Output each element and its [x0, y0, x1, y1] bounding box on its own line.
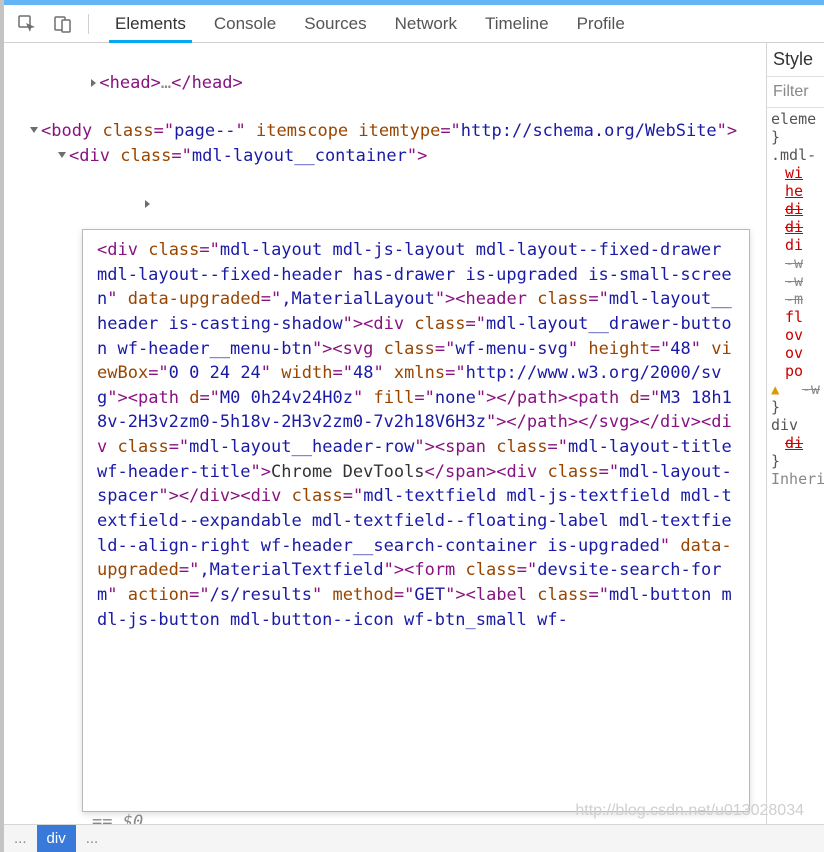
css-block-close: } — [771, 128, 820, 146]
css-property[interactable]: fl — [771, 308, 820, 326]
css-property[interactable]: -m — [771, 290, 820, 308]
tag-open: <head> — [99, 73, 160, 93]
css-property[interactable]: po — [771, 362, 820, 380]
css-block-close: } — [771, 452, 820, 470]
css-selector[interactable]: .mdl- — [771, 146, 820, 164]
dom-breadcrumb: ...div... — [4, 824, 824, 852]
styles-filter-input[interactable]: Filter — [767, 77, 824, 108]
css-property[interactable]: di — [771, 236, 820, 254]
styles-sidebar: Style Filter eleme}.mdl-wihedididi-w-w-m… — [766, 43, 824, 824]
styles-rules[interactable]: eleme}.mdl-wihedididi-w-w-mflovovpo▲ -w}… — [767, 108, 824, 824]
css-property[interactable]: ▲ -w — [771, 380, 820, 398]
css-property[interactable]: wi — [771, 164, 820, 182]
devtools-toolbar: ElementsConsoleSourcesNetworkTimelinePro… — [4, 5, 824, 43]
breadcrumb-ellipsis[interactable]: ... — [4, 825, 37, 852]
css-property[interactable]: di — [771, 200, 820, 218]
styles-header[interactable]: Style — [767, 43, 824, 77]
css-property[interactable]: he — [771, 182, 820, 200]
selected-node-indicator: == $0 — [92, 810, 143, 824]
tab-sources[interactable]: Sources — [290, 5, 380, 42]
expand-caret-icon[interactable] — [145, 200, 150, 208]
tab-profile[interactable]: Profile — [563, 5, 639, 42]
ellipsis: … — [161, 73, 171, 93]
inspect-element-icon[interactable] — [14, 11, 40, 37]
tab-timeline[interactable]: Timeline — [471, 5, 563, 42]
css-selector[interactable]: div — [771, 416, 820, 434]
dom-node-div-container[interactable]: <div class="mdl-layout__container"> — [12, 144, 766, 168]
css-property[interactable]: ov — [771, 344, 820, 362]
dom-html-tooltip: <div class="mdl-layout mdl-js-layout mdl… — [82, 229, 750, 812]
tag-close: </head> — [171, 73, 243, 93]
expand-caret-icon[interactable] — [91, 79, 96, 87]
tab-network[interactable]: Network — [381, 5, 471, 42]
panel-tabs: ElementsConsoleSourcesNetworkTimelinePro… — [101, 5, 639, 42]
css-property[interactable]: di — [771, 218, 820, 236]
expand-caret-icon[interactable] — [58, 152, 66, 158]
breadcrumb-ellipsis[interactable]: ... — [76, 825, 109, 852]
main-panels: <head>…</head> <body class="page--" item… — [4, 43, 824, 824]
toolbar-separator — [88, 14, 89, 34]
css-property[interactable]: di — [771, 434, 820, 452]
tab-console[interactable]: Console — [200, 5, 290, 42]
css-property[interactable]: -w — [771, 254, 820, 272]
breadcrumb-node[interactable]: div — [37, 825, 76, 852]
dom-node-head[interactable]: <head>…</head> — [12, 47, 766, 119]
css-selector[interactable]: Inheri — [771, 470, 820, 488]
watermark-text: http://blog.csdn.net/u013028034 — [575, 802, 804, 820]
css-selector[interactable]: eleme — [771, 110, 820, 128]
expand-caret-icon[interactable] — [30, 127, 38, 133]
css-block-close: } — [771, 398, 820, 416]
elements-panel[interactable]: <head>…</head> <body class="page--" item… — [4, 43, 766, 824]
css-property[interactable]: -w — [771, 272, 820, 290]
tab-elements[interactable]: Elements — [101, 5, 200, 42]
device-toolbar-icon[interactable] — [50, 11, 76, 37]
css-property[interactable]: ov — [771, 326, 820, 344]
dom-node-body[interactable]: <body class="page--" itemscope itemtype=… — [12, 119, 766, 143]
